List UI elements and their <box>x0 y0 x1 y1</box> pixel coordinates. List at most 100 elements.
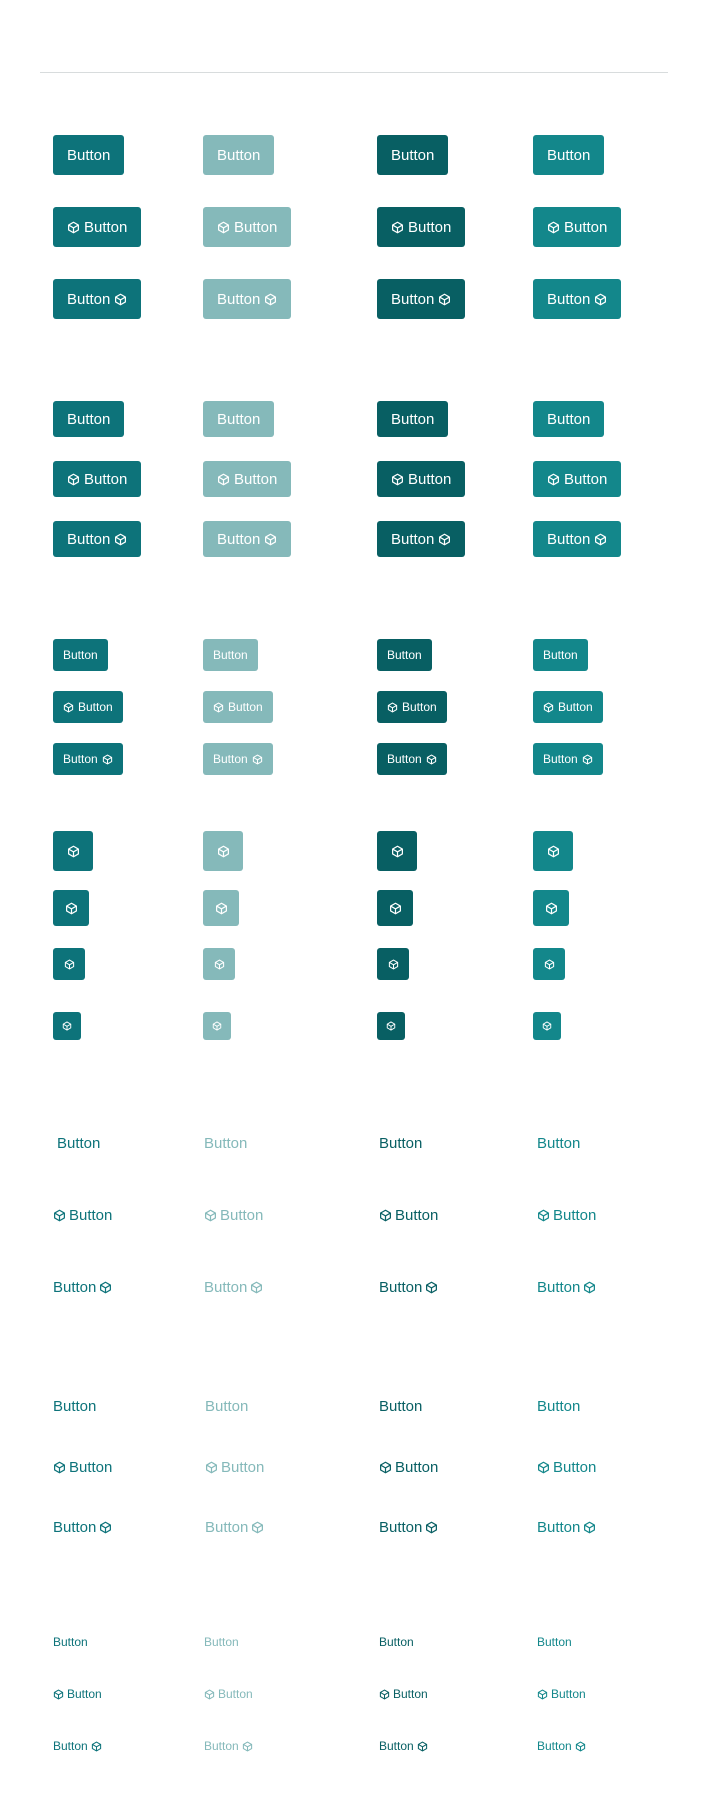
link-button-sm-default[interactable]: Button <box>53 1636 88 1648</box>
primary-button-lg-trailing-icon-default[interactable]: Button <box>53 521 142 557</box>
link-button-sm-trailing-icon-default[interactable]: Button <box>53 1740 102 1752</box>
icon-button-40-disabled[interactable] <box>203 831 243 871</box>
link-button-xl-trailing-icon-hover[interactable]: Button <box>537 1280 596 1295</box>
primary-button-sm-default[interactable]: Button <box>53 639 108 671</box>
primary-button-lg-active[interactable]: Button <box>377 401 449 437</box>
primary-button-lg-disabled[interactable]: Button <box>203 401 275 437</box>
primary-button-xl-trailing-icon-default[interactable]: Button <box>53 279 142 319</box>
button-label: Button <box>395 1459 439 1476</box>
primary-button-sm-disabled[interactable]: Button <box>203 639 258 671</box>
link-button-sm-disabled[interactable]: Button <box>204 1636 239 1648</box>
primary-button-lg-leading-icon-active[interactable]: Button <box>377 461 466 497</box>
link-button-sm-hover[interactable]: Button <box>537 1636 572 1648</box>
cube-icon <box>594 293 607 306</box>
button-label: Button <box>553 1207 597 1224</box>
link-button-lg-default[interactable]: Button <box>53 1399 96 1414</box>
primary-button-sm-trailing-icon-disabled[interactable]: Button <box>203 743 273 775</box>
primary-button-sm-active[interactable]: Button <box>377 639 432 671</box>
primary-button-sm-leading-icon-active[interactable]: Button <box>377 691 447 723</box>
link-button-lg-leading-icon-hover[interactable]: Button <box>537 1460 596 1475</box>
link-button-sm-active[interactable]: Button <box>379 1636 414 1648</box>
link-button-xl-leading-icon-active[interactable]: Button <box>379 1208 438 1223</box>
primary-button-lg-hover[interactable]: Button <box>533 401 605 437</box>
primary-button-xl-leading-icon-disabled[interactable]: Button <box>203 207 292 247</box>
button-label: Button <box>205 1519 249 1536</box>
link-button-xl-default[interactable]: Button <box>57 1136 100 1151</box>
icon-button-40-default[interactable] <box>53 831 93 871</box>
cube-icon <box>114 533 127 546</box>
link-button-xl-trailing-icon-default[interactable]: Button <box>53 1280 112 1295</box>
link-button-sm-leading-icon-default[interactable]: Button <box>53 1688 102 1700</box>
icon-button-28-hover[interactable] <box>533 1012 561 1040</box>
primary-button-xl-disabled[interactable]: Button <box>203 135 275 175</box>
primary-button-sm-trailing-icon-hover[interactable]: Button <box>533 743 603 775</box>
link-button-lg-leading-icon-active[interactable]: Button <box>379 1460 438 1475</box>
primary-button-xl-trailing-icon-hover[interactable]: Button <box>533 279 622 319</box>
primary-button-sm-trailing-icon-default[interactable]: Button <box>53 743 123 775</box>
link-button-lg-trailing-icon-disabled[interactable]: Button <box>205 1520 264 1535</box>
primary-button-lg-trailing-icon-hover[interactable]: Button <box>533 521 622 557</box>
primary-button-sm-hover[interactable]: Button <box>533 639 588 671</box>
button-label: Button <box>234 470 278 488</box>
link-button-xl-trailing-icon-active[interactable]: Button <box>379 1280 438 1295</box>
icon-button-32-default[interactable] <box>53 948 85 980</box>
primary-button-lg-leading-icon-default[interactable]: Button <box>53 461 142 497</box>
link-button-lg-leading-icon-default[interactable]: Button <box>53 1460 112 1475</box>
link-button-xl-leading-icon-default[interactable]: Button <box>53 1208 112 1223</box>
button-label: Button <box>391 410 435 428</box>
primary-button-sm-trailing-icon-active[interactable]: Button <box>377 743 447 775</box>
icon-button-28-disabled[interactable] <box>203 1012 231 1040</box>
icon-button-28-default[interactable] <box>53 1012 81 1040</box>
button-label: Button <box>387 648 422 662</box>
primary-button-lg-default[interactable]: Button <box>53 401 125 437</box>
link-button-xl-active[interactable]: Button <box>379 1136 422 1151</box>
top-divider <box>40 72 668 73</box>
primary-button-lg-leading-icon-disabled[interactable]: Button <box>203 461 292 497</box>
link-button-lg-trailing-icon-active[interactable]: Button <box>379 1520 438 1535</box>
link-button-xl-leading-icon-disabled[interactable]: Button <box>204 1208 263 1223</box>
primary-button-xl-leading-icon-active[interactable]: Button <box>377 207 466 247</box>
link-button-sm-leading-icon-hover[interactable]: Button <box>537 1688 586 1700</box>
primary-button-sm-leading-icon-disabled[interactable]: Button <box>203 691 273 723</box>
icon-button-32-hover[interactable] <box>533 948 565 980</box>
cube-icon <box>99 1521 112 1534</box>
icon-button-32-active[interactable] <box>377 948 409 980</box>
primary-button-xl-trailing-icon-disabled[interactable]: Button <box>203 279 292 319</box>
icon-button-36-disabled[interactable] <box>203 890 239 926</box>
icon-button-40-hover[interactable] <box>533 831 573 871</box>
icon-button-32-disabled[interactable] <box>203 948 235 980</box>
link-button-sm-leading-icon-active[interactable]: Button <box>379 1688 428 1700</box>
link-button-lg-leading-icon-disabled[interactable]: Button <box>205 1460 264 1475</box>
primary-button-xl-leading-icon-hover[interactable]: Button <box>533 207 622 247</box>
icon-button-28-active[interactable] <box>377 1012 405 1040</box>
primary-button-lg-leading-icon-hover[interactable]: Button <box>533 461 622 497</box>
icon-button-36-hover[interactable] <box>533 890 569 926</box>
primary-button-sm-leading-icon-hover[interactable]: Button <box>533 691 603 723</box>
button-label: Button <box>379 1135 423 1152</box>
primary-button-xl-hover[interactable]: Button <box>533 135 605 175</box>
link-button-sm-leading-icon-disabled[interactable]: Button <box>204 1688 253 1700</box>
link-button-lg-trailing-icon-hover[interactable]: Button <box>537 1520 596 1535</box>
link-button-sm-trailing-icon-hover[interactable]: Button <box>537 1740 586 1752</box>
link-button-xl-leading-icon-hover[interactable]: Button <box>537 1208 596 1223</box>
link-button-xl-hover[interactable]: Button <box>537 1136 580 1151</box>
primary-button-xl-default[interactable]: Button <box>53 135 125 175</box>
link-button-lg-hover[interactable]: Button <box>537 1399 580 1414</box>
link-button-xl-disabled[interactable]: Button <box>204 1136 247 1151</box>
primary-button-lg-trailing-icon-active[interactable]: Button <box>377 521 466 557</box>
icon-button-40-active[interactable] <box>377 831 417 871</box>
link-button-xl-trailing-icon-disabled[interactable]: Button <box>204 1280 263 1295</box>
icon-button-36-default[interactable] <box>53 890 89 926</box>
link-button-sm-trailing-icon-active[interactable]: Button <box>379 1740 428 1752</box>
link-button-lg-active[interactable]: Button <box>379 1399 422 1414</box>
link-button-sm-trailing-icon-disabled[interactable]: Button <box>204 1740 253 1752</box>
cube-icon <box>537 1461 550 1474</box>
link-button-lg-trailing-icon-default[interactable]: Button <box>53 1520 112 1535</box>
primary-button-xl-leading-icon-default[interactable]: Button <box>53 207 142 247</box>
icon-button-36-active[interactable] <box>377 890 413 926</box>
primary-button-lg-trailing-icon-disabled[interactable]: Button <box>203 521 292 557</box>
link-button-lg-disabled[interactable]: Button <box>205 1399 248 1414</box>
primary-button-sm-leading-icon-default[interactable]: Button <box>53 691 123 723</box>
primary-button-xl-active[interactable]: Button <box>377 135 449 175</box>
primary-button-xl-trailing-icon-active[interactable]: Button <box>377 279 466 319</box>
